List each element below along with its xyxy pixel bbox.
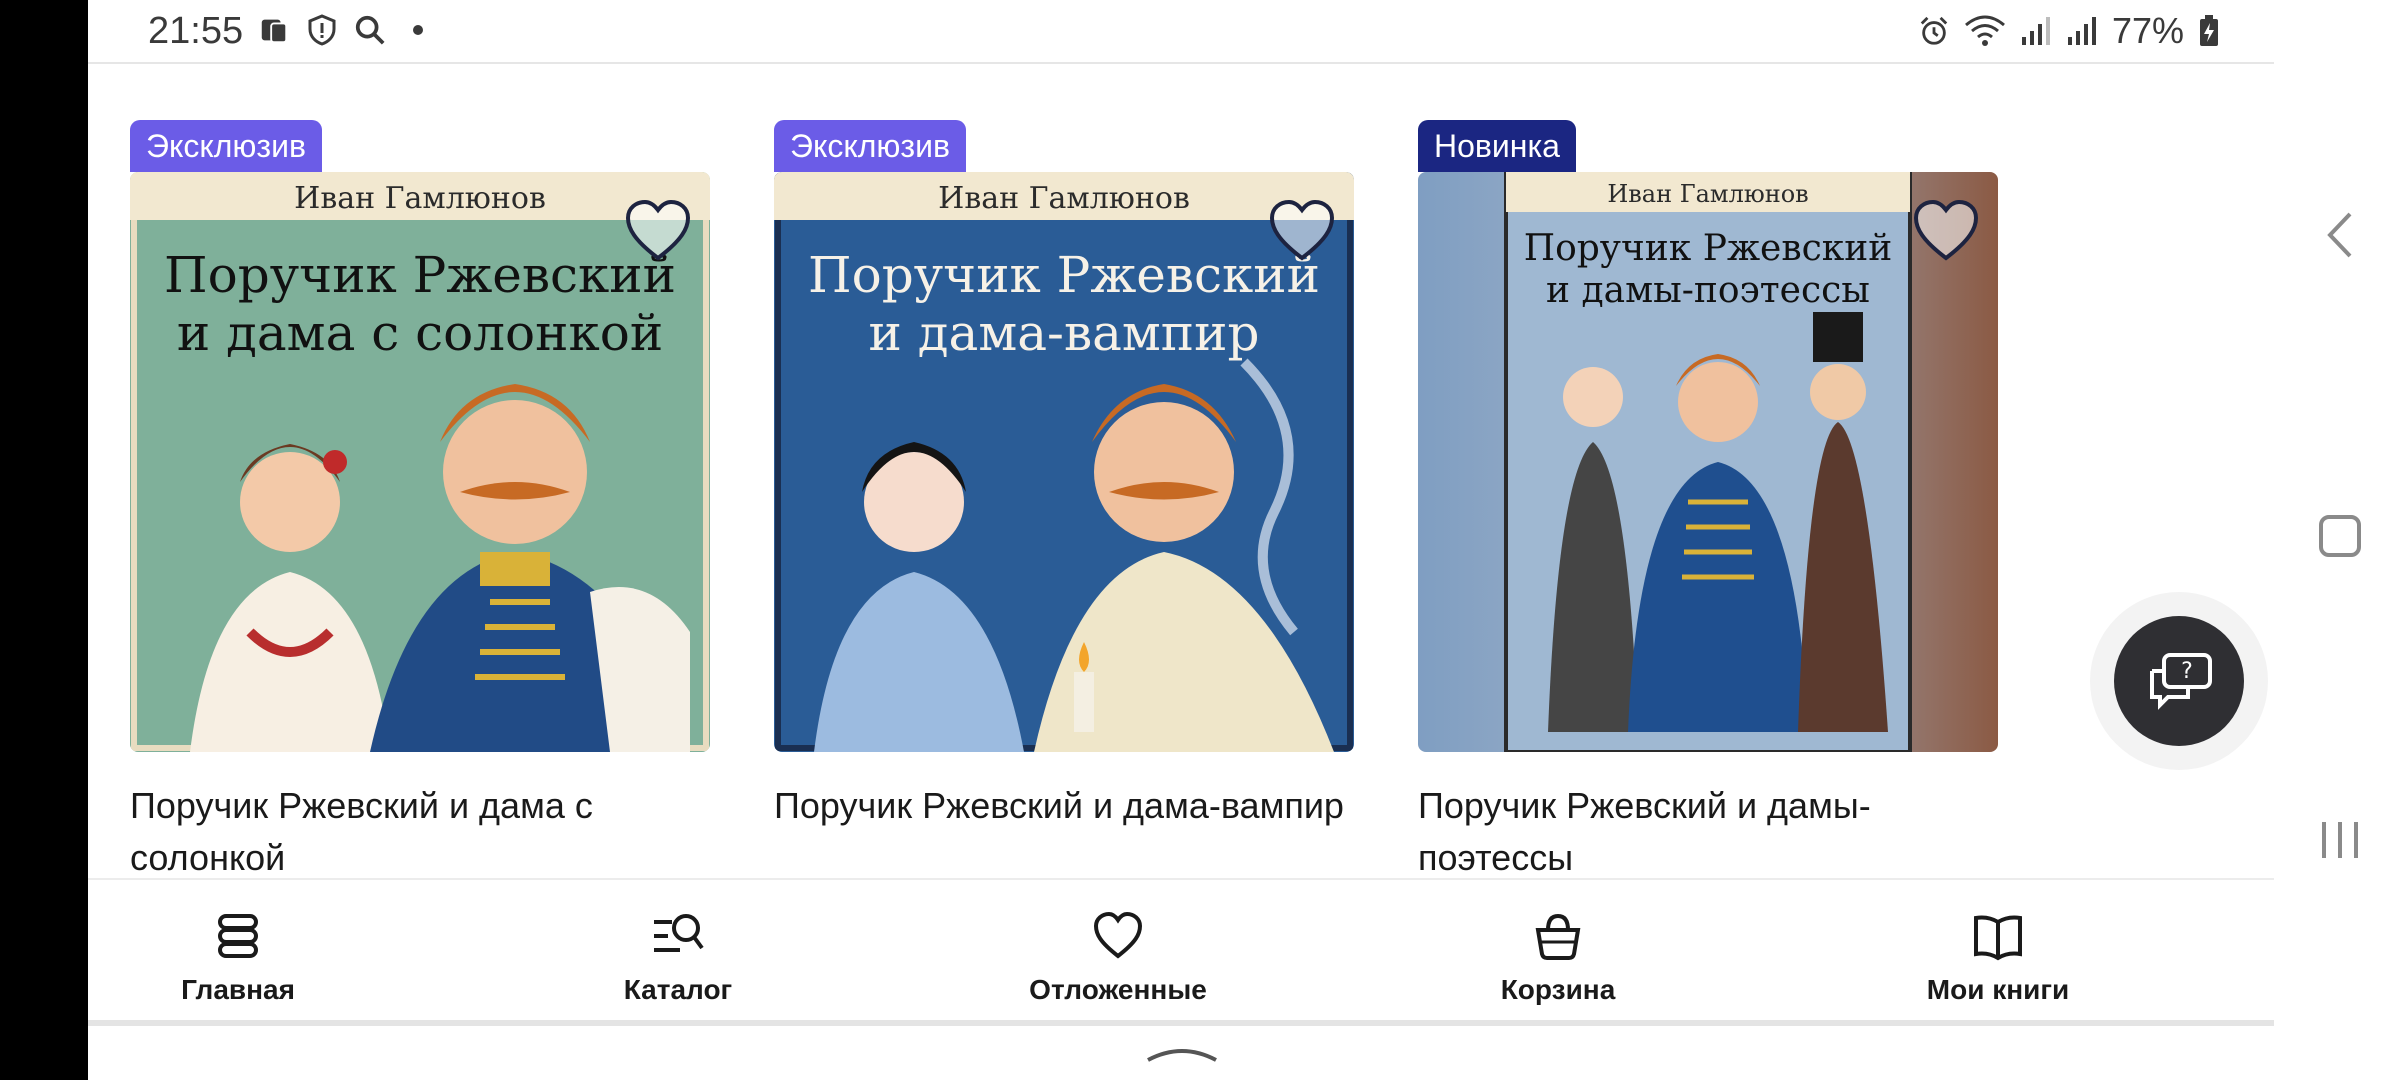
signal-icon [2066, 15, 2098, 47]
book-title[interactable]: Поручик Ржевский и дамы-поэтессы [1418, 780, 2018, 884]
nav-label: Отложенные [1029, 974, 1207, 1005]
book-badge: Эксклюзив [774, 120, 966, 172]
cover-title-line1: Поручик Ржевский [164, 246, 676, 304]
cover-art-3: Иван Гамлюнов Поручик Ржевский и дамы-по… [1418, 172, 1998, 752]
nav-item-home[interactable]: Главная [88, 908, 388, 1006]
nav-label: Каталог [623, 974, 733, 1005]
wifi-icon [1964, 15, 2006, 47]
nav-label: Главная [181, 974, 295, 1005]
cover-title-line2: и дамы-поэтессы [1546, 270, 1870, 311]
home-square-icon[interactable] [2318, 514, 2362, 558]
favorite-heart-icon[interactable] [1912, 198, 1980, 266]
book-title[interactable]: Поручик Ржевский и дама-вампир [774, 780, 1374, 832]
nav-label: Корзина [1500, 974, 1616, 1005]
dot-icon [402, 14, 434, 46]
cover-title-line1: Поручик Ржевский [1524, 228, 1893, 269]
catalog-search-icon [654, 914, 704, 952]
cover-title-line2: и дама-вампир [869, 304, 1260, 362]
book-cover-image[interactable]: Иван Гамлюнов Поручик Ржевский и дама-ва… [774, 172, 1354, 752]
favorite-heart-icon[interactable] [624, 198, 692, 266]
cover-author-text: Иван Гамлюнов [294, 181, 546, 216]
bottom-navigation: Главная Каталог Отложенные Корзина Мои к… [88, 878, 2274, 1026]
battery-percent: 77% [2111, 10, 2184, 51]
favorite-heart-icon[interactable] [1268, 198, 1336, 266]
status-time: 21:55 [148, 10, 244, 52]
heart-icon [1093, 911, 1143, 959]
svg-text:?: ? [2181, 659, 2193, 684]
book-title[interactable]: Поручик Ржевский и дама с солонкой [130, 780, 730, 884]
nav-item-saved[interactable]: Отложенные [968, 908, 1268, 1006]
system-navigation-bar [2274, 0, 2400, 1080]
open-book-icon [1974, 915, 2022, 961]
cover-art-2: Иван Гамлюнов Поручик Ржевский и дама-ва… [774, 172, 1354, 752]
gesture-chevron-up-icon[interactable] [1146, 1044, 1218, 1064]
status-bar: 21:55 77% [88, 0, 2274, 64]
book-cover-image[interactable]: Иван Гамлюнов Поручик Ржевский и дамы-по… [1418, 172, 1998, 752]
notification-icon [258, 14, 290, 46]
app-window: 21:55 77% Эксклюзив Иван Гамлюнов Поручи… [88, 0, 2274, 1080]
nav-item-catalog[interactable]: Каталог [528, 908, 828, 1006]
cover-author-text: Иван Гамлюнов [1607, 180, 1808, 208]
cover-author-text: Иван Гамлюнов [938, 181, 1190, 216]
chat-fab-container: ? [2090, 592, 2268, 770]
cover-title-line2: и дама с солонкой [177, 304, 663, 362]
battery-charging-icon [2198, 15, 2220, 47]
home-icon [218, 914, 258, 958]
left-black-bar [0, 0, 88, 1080]
search-icon [354, 14, 386, 46]
nav-item-my-books[interactable]: Мои книги [1848, 908, 2148, 1006]
signal-icon [2020, 15, 2052, 47]
cover-title-line1: Поручик Ржевский [808, 246, 1320, 304]
book-badge: Эксклюзив [130, 120, 322, 172]
recent-apps-icon[interactable] [2318, 818, 2362, 862]
cover-art-1: Иван Гамлюнов Поручик Ржевский и дама с … [130, 172, 710, 752]
nav-item-cart[interactable]: Корзина [1408, 908, 1708, 1006]
book-cover-image[interactable]: Иван Гамлюнов Поручик Ржевский и дама с … [130, 172, 710, 752]
basket-icon [1535, 913, 1581, 960]
nav-label: Мои книги [1926, 974, 2070, 1005]
book-badge: Новинка [1418, 120, 1576, 172]
chat-question-icon: ? [2150, 653, 2212, 710]
back-icon[interactable] [2324, 210, 2354, 260]
shield-icon [306, 14, 338, 46]
alarm-icon [1918, 15, 1950, 47]
support-chat-button[interactable]: ? [2114, 616, 2244, 746]
